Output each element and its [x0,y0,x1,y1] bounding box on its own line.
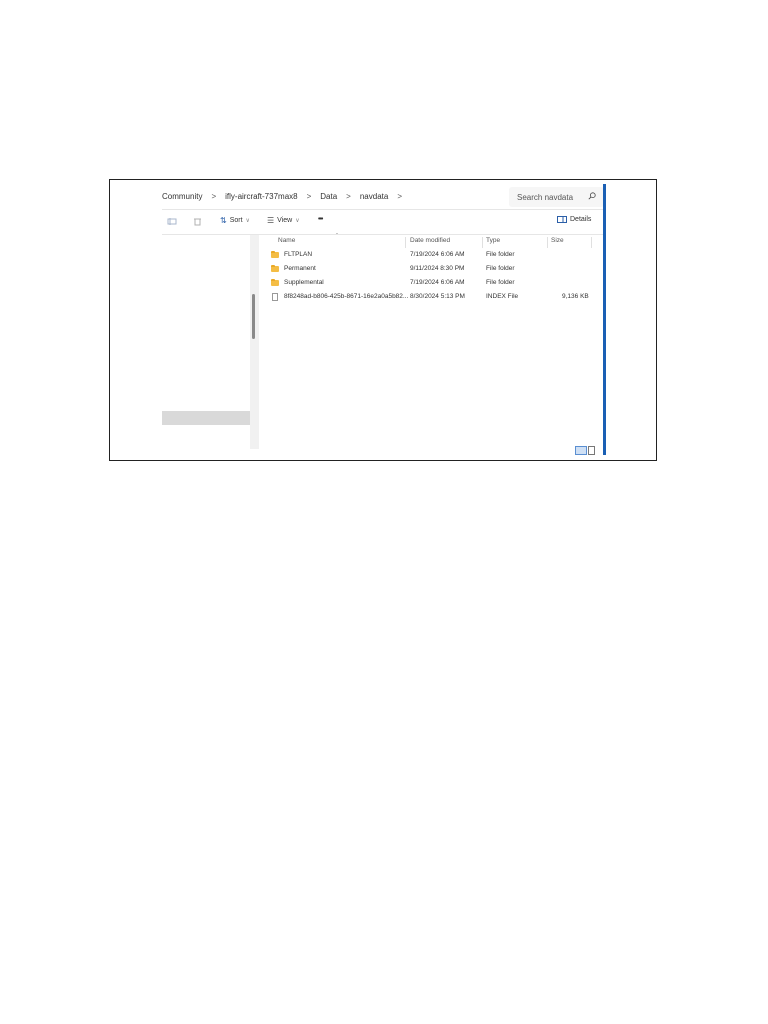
file-list: ˆ Name Date modified Type Size FLTPLAN 7… [260,234,604,457]
column-divider[interactable] [482,237,483,248]
file-type: File folder [486,265,515,272]
column-header-name[interactable]: Name [278,237,295,244]
search-icon[interactable] [588,192,596,200]
column-header-type[interactable]: Type [486,237,500,244]
folder-icon [271,279,279,286]
nav-scrollbar[interactable] [250,235,259,449]
file-date: 7/19/2024 6:06 AM [410,279,465,286]
screenshot-frame: Community > ifly-aircraft-737max8 > Data… [109,179,657,461]
folder-icon [271,251,279,258]
search-placeholder[interactable]: Search navdata [517,193,573,202]
breadcrumb-separator[interactable]: > [346,192,351,201]
list-item[interactable]: Permanent 9/11/2024 8:30 PM File folder [260,263,604,275]
file-name[interactable]: 8f8248ad-b806-425b-8671-16e2a0a5b82... [284,293,408,300]
details-label: Details [570,216,592,223]
file-date: 9/11/2024 8:30 PM [410,265,465,272]
breadcrumb-ifly-aircraft[interactable]: ifly-aircraft-737max8 [225,192,297,201]
breadcrumb-separator[interactable]: > [307,192,312,201]
file-icon [272,293,278,301]
chevron-down-icon: ∨ [295,218,300,224]
file-type: File folder [486,251,515,258]
details-pane-icon [557,216,567,223]
nav-scrollbar-thumb[interactable] [252,294,255,339]
navigation-pane[interactable] [162,235,250,460]
column-headers: ˆ Name Date modified Type Size [260,234,604,248]
sort-indicator-icon: ˆ [336,234,338,240]
folder-icon [271,265,279,272]
sort-label: Sort [229,217,243,224]
file-type: File folder [486,279,515,286]
breadcrumb-navdata[interactable]: navdata [360,192,388,201]
file-size: 9,136 KB [562,293,589,300]
details-button[interactable]: Details [557,216,591,223]
file-name[interactable]: Permanent [284,265,316,272]
view-button[interactable]: ☰ View ∨ [267,216,300,225]
column-header-date[interactable]: Date modified [410,237,450,244]
column-divider[interactable] [547,237,548,248]
column-divider[interactable] [405,237,406,248]
column-header-size[interactable]: Size [551,237,564,244]
list-item[interactable]: FLTPLAN 7/19/2024 6:06 AM File folder [260,249,604,261]
file-date: 8/30/2024 5:13 PM [410,293,465,300]
breadcrumb[interactable]: Community > ifly-aircraft-737max8 > Data… [162,184,506,208]
divider [162,209,604,210]
view-toggle [575,446,595,455]
file-name[interactable]: Supplemental [284,279,324,286]
more-options-button[interactable]: ••• [318,216,323,223]
command-bar: ⇅ Sort ∨ ☰ View ∨ ••• Details [162,212,604,234]
sort-button[interactable]: ⇅ Sort ∨ [220,216,250,225]
list-item[interactable]: Supplemental 7/19/2024 6:06 AM File fold… [260,277,604,289]
details-view-icon[interactable] [575,446,587,455]
window-edge-accent [603,184,606,455]
search-box[interactable]: Search navdata [509,187,604,207]
breadcrumb-data[interactable]: Data [320,192,337,201]
file-explorer-window: Community > ifly-aircraft-737max8 > Data… [162,184,604,460]
breadcrumb-community[interactable]: Community [162,192,202,201]
delete-icon[interactable] [193,217,202,226]
list-item[interactable]: 8f8248ad-b806-425b-8671-16e2a0a5b82... 8… [260,291,604,303]
breadcrumb-separator[interactable]: > [397,192,402,201]
nav-selected-item[interactable] [162,411,250,425]
column-divider[interactable] [591,237,592,248]
file-date: 7/19/2024 6:06 AM [410,251,465,258]
chevron-down-icon: ∨ [245,218,250,224]
more-label: ••• [318,216,323,223]
file-type: INDEX File [486,293,519,300]
view-icon: ☰ [267,216,275,225]
rename-icon[interactable] [167,217,177,226]
file-name[interactable]: FLTPLAN [284,251,312,258]
view-label: View [277,217,293,224]
tiles-view-icon[interactable] [588,446,595,455]
breadcrumb-separator[interactable]: > [211,192,216,201]
sort-icon: ⇅ [220,216,227,225]
